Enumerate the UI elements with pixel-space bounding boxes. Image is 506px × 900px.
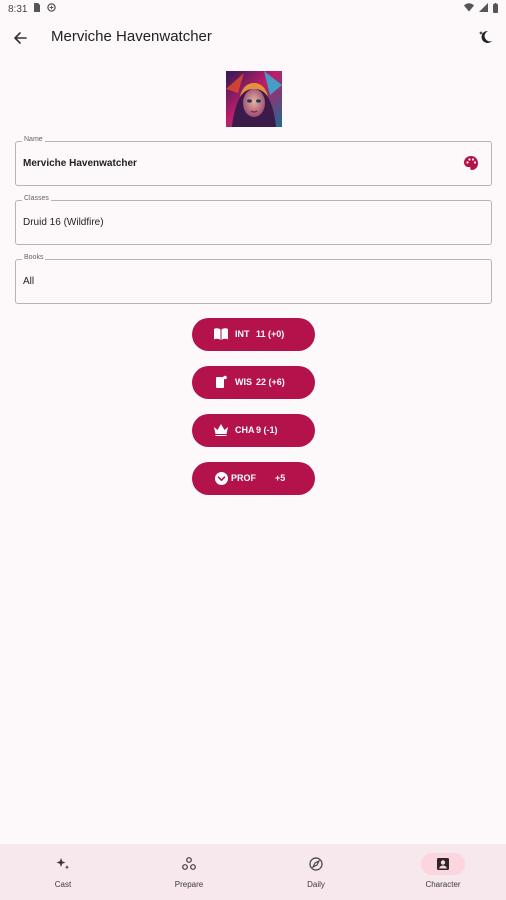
signal-icon	[479, 3, 488, 15]
nav-item-daily[interactable]: Daily	[253, 844, 379, 900]
battery-icon	[493, 2, 498, 16]
wifi-icon	[464, 3, 474, 15]
character-portrait[interactable]	[226, 71, 282, 127]
arrow-back-icon	[14, 32, 27, 44]
cha-stat-label: CHA	[235, 425, 255, 435]
name-field-label: Name	[22, 136, 45, 143]
person-badge-icon	[421, 853, 465, 875]
nav-label-prepare: Prepare	[174, 880, 204, 889]
sync-icon	[47, 3, 57, 15]
moon-stars-icon	[479, 30, 492, 43]
wis-stat-label: WIS	[235, 377, 252, 387]
prof-stat-button[interactable]: PROF +5	[192, 462, 315, 495]
wis-stat-button[interactable]: WIS 22 (+6)	[192, 366, 315, 399]
cha-stat-button[interactable]: CHA 9 (-1)	[192, 414, 315, 447]
status-right	[464, 2, 498, 16]
status-time: 8:31	[8, 3, 28, 15]
books-field[interactable]: Books All	[15, 254, 492, 304]
sd-card-icon	[33, 3, 41, 15]
books-field-value[interactable]: All	[23, 276, 34, 287]
sparkle-icon	[41, 853, 85, 875]
nav-label-cast: Cast	[54, 880, 72, 889]
int-stat-label: INT	[235, 329, 250, 339]
nav-label-character: Character	[425, 880, 461, 889]
palette-icon	[464, 156, 478, 170]
classes-field-value[interactable]: Druid 16 (Wildfire)	[23, 217, 104, 228]
nav-item-prepare[interactable]: Prepare	[126, 844, 252, 900]
back-button[interactable]	[10, 28, 30, 48]
books-field-label: Books	[22, 254, 46, 261]
classes-field[interactable]: Classes Druid 16 (Wildfire)	[15, 195, 492, 245]
app-bar: Merviche Havenwatcher	[0, 18, 506, 58]
int-stat-button[interactable]: INT 11 (+0)	[192, 318, 315, 351]
shield-chevron-icon	[214, 471, 228, 485]
crown-icon	[214, 423, 228, 437]
classes-field-label: Classes	[22, 195, 51, 202]
prof-stat-value: +5	[275, 473, 286, 483]
nav-label-daily: Daily	[307, 880, 325, 889]
int-stat-value: 11 (+0)	[256, 329, 285, 339]
cha-stat-value: 9 (-1)	[256, 425, 278, 435]
name-field[interactable]: Name Merviche Havenwatcher	[15, 136, 492, 186]
status-bar: 8:31	[0, 0, 506, 18]
scroll-icon	[214, 375, 228, 389]
circles-icon	[167, 853, 211, 875]
name-field-value[interactable]: Merviche Havenwatcher	[23, 158, 137, 169]
palette-button[interactable]	[463, 155, 479, 171]
compass-icon	[294, 853, 338, 875]
character-portrait-image	[226, 71, 282, 127]
nav-item-character[interactable]: Character	[380, 844, 506, 900]
page-title: Merviche Havenwatcher	[51, 28, 212, 45]
wis-stat-value: 22 (+6)	[256, 377, 285, 387]
bottom-navigation: Cast Prepare Daily Character	[0, 844, 506, 900]
status-left: 8:31	[8, 3, 57, 15]
prof-stat-label: PROF	[231, 473, 257, 483]
nav-item-cast[interactable]: Cast	[0, 844, 126, 900]
theme-toggle-button[interactable]	[476, 27, 496, 47]
book-icon	[214, 327, 228, 341]
